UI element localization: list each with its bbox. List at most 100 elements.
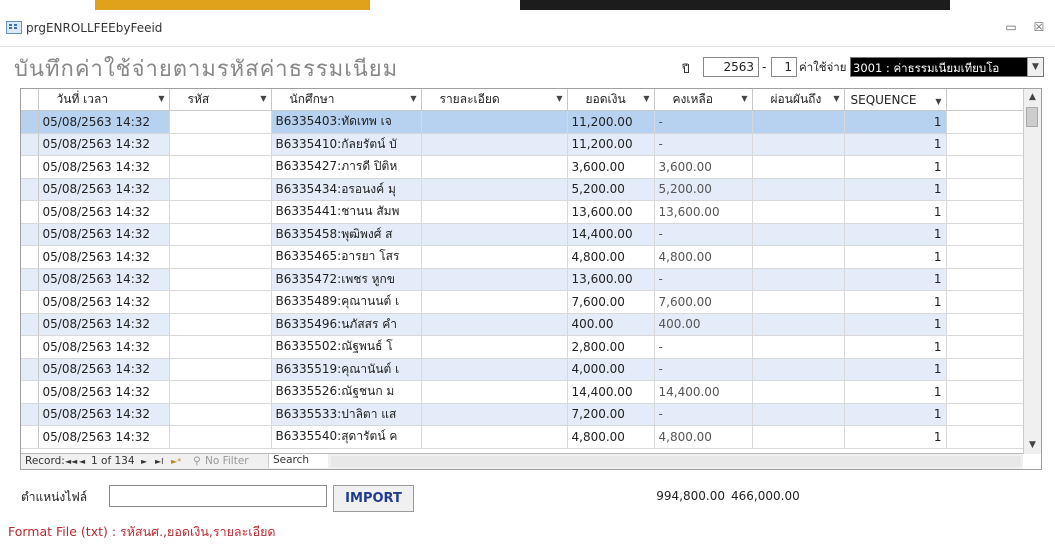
row-selector[interactable] bbox=[21, 380, 39, 404]
cell-student[interactable]: B6335465:อารยา โสร bbox=[271, 245, 422, 269]
cell-student[interactable]: B6335496:นภัสสร คำ bbox=[271, 313, 422, 336]
year-input[interactable]: 2563 bbox=[703, 57, 759, 77]
cell-defer[interactable] bbox=[752, 403, 845, 426]
cell-date[interactable]: 05/08/2563 14:32 bbox=[38, 290, 170, 314]
cell-seq[interactable]: 1 bbox=[844, 358, 947, 381]
cell-remain[interactable]: - bbox=[654, 403, 753, 426]
cell-seq[interactable]: 1 bbox=[844, 290, 947, 314]
cell-detail[interactable] bbox=[421, 313, 568, 336]
cell-amount[interactable]: 400.00 bbox=[567, 313, 655, 336]
cell-remain[interactable]: - bbox=[654, 268, 753, 291]
cell-student[interactable]: B6335489:คุณานนต์ เ bbox=[271, 290, 422, 314]
record-position[interactable]: 1 of 134 bbox=[91, 455, 135, 467]
cell-date[interactable]: 05/08/2563 14:32 bbox=[38, 335, 170, 359]
cell-defer[interactable] bbox=[752, 380, 845, 404]
cell-code[interactable] bbox=[169, 155, 272, 179]
row-selector[interactable] bbox=[21, 335, 39, 359]
cell-detail[interactable] bbox=[421, 425, 568, 449]
cell-code[interactable] bbox=[169, 133, 272, 156]
table-row[interactable]: 05/08/2563 14:32 B6335458:พุฒิพงศ์ ส 14,40… bbox=[21, 223, 1024, 246]
cell-code[interactable] bbox=[169, 245, 272, 269]
no-filter-label[interactable]: No Filter bbox=[205, 455, 249, 467]
cell-remain[interactable]: - bbox=[654, 358, 753, 381]
scroll-down-icon[interactable]: ▼ bbox=[1024, 437, 1041, 454]
cell-defer[interactable] bbox=[752, 245, 845, 269]
cell-student[interactable]: B6335458:พุฒิพงศ์ ส bbox=[271, 223, 422, 246]
cell-date[interactable]: 05/08/2563 14:32 bbox=[38, 245, 170, 269]
row-selector[interactable] bbox=[21, 313, 39, 336]
table-row[interactable]: 05/08/2563 14:32 B6335465:อารยา โสร 4,800.… bbox=[21, 245, 1024, 269]
chevron-down-icon[interactable]: ▼ bbox=[1027, 58, 1043, 76]
cell-amount[interactable]: 2,800.00 bbox=[567, 335, 655, 359]
cell-student[interactable]: B6335403:ทัดเทพ เจ bbox=[271, 110, 422, 134]
import-button[interactable]: IMPORT bbox=[333, 485, 414, 512]
row-selector[interactable] bbox=[21, 178, 39, 201]
cell-student[interactable]: B6335434:อรอนงค์ มุ bbox=[271, 178, 422, 201]
row-selector[interactable] bbox=[21, 133, 39, 156]
cell-detail[interactable] bbox=[421, 290, 568, 314]
cell-code[interactable] bbox=[169, 200, 272, 224]
cell-detail[interactable] bbox=[421, 358, 568, 381]
cell-amount[interactable]: 14,400.00 bbox=[567, 380, 655, 404]
cell-amount[interactable]: 4,800.00 bbox=[567, 245, 655, 269]
column-header-remain[interactable]: คงเหลือ ▼ bbox=[654, 89, 753, 111]
cell-remain[interactable]: 400.00 bbox=[654, 313, 753, 336]
cell-detail[interactable] bbox=[421, 178, 568, 201]
term-input[interactable]: 1 bbox=[771, 57, 797, 77]
first-record-icon[interactable]: ◄◄ bbox=[65, 457, 77, 466]
cell-date[interactable]: 05/08/2563 14:32 bbox=[38, 380, 170, 404]
table-row[interactable]: 05/08/2563 14:32 B6335410:กัลยรัตน์ บั 11,… bbox=[21, 133, 1024, 156]
cell-student[interactable]: B6335441:ชานน สัมพ bbox=[271, 200, 422, 224]
cell-code[interactable] bbox=[169, 268, 272, 291]
cell-code[interactable] bbox=[169, 358, 272, 381]
cell-detail[interactable] bbox=[421, 155, 568, 179]
row-selector[interactable] bbox=[21, 403, 39, 426]
cell-date[interactable]: 05/08/2563 14:32 bbox=[38, 155, 170, 179]
close-button[interactable]: ☒ bbox=[1030, 20, 1048, 36]
cell-remain[interactable]: 4,800.00 bbox=[654, 245, 753, 269]
cell-code[interactable] bbox=[169, 223, 272, 246]
cell-amount[interactable]: 14,400.00 bbox=[567, 223, 655, 246]
row-selector[interactable] bbox=[21, 200, 39, 224]
sort-dropdown-icon[interactable]: ▼ bbox=[158, 94, 164, 103]
sort-dropdown-icon[interactable]: ▼ bbox=[260, 94, 266, 103]
vertical-scrollbar[interactable]: ▲ ▼ bbox=[1023, 89, 1041, 454]
column-header-seq[interactable]: SEQUENCE ▼ bbox=[844, 89, 947, 111]
sort-dropdown-icon[interactable]: ▼ bbox=[741, 94, 747, 103]
row-selector[interactable] bbox=[21, 155, 39, 179]
cell-remain[interactable]: 5,200.00 bbox=[654, 178, 753, 201]
cell-detail[interactable] bbox=[421, 268, 568, 291]
cell-date[interactable]: 05/08/2563 14:32 bbox=[38, 268, 170, 291]
cell-seq[interactable]: 1 bbox=[844, 178, 947, 201]
table-row[interactable]: 05/08/2563 14:32 B6335502:ณัฐพนธ์ โ 2,800.… bbox=[21, 335, 1024, 359]
cell-amount[interactable]: 11,200.00 bbox=[567, 133, 655, 156]
cell-remain[interactable]: - bbox=[654, 335, 753, 359]
cell-amount[interactable]: 7,600.00 bbox=[567, 290, 655, 314]
cell-defer[interactable] bbox=[752, 358, 845, 381]
column-header-detail[interactable]: รายละเอียด ▼ bbox=[421, 89, 568, 111]
cell-remain[interactable]: 7,600.00 bbox=[654, 290, 753, 314]
cell-seq[interactable]: 1 bbox=[844, 268, 947, 291]
cell-amount[interactable]: 4,000.00 bbox=[567, 358, 655, 381]
cell-date[interactable]: 05/08/2563 14:32 bbox=[38, 178, 170, 201]
cell-student[interactable]: B6335410:กัลยรัตน์ บั bbox=[271, 133, 422, 156]
next-record-icon[interactable]: ► bbox=[141, 457, 147, 466]
table-row[interactable]: 05/08/2563 14:32 B6335434:อรอนงค์ มุ 5,200… bbox=[21, 178, 1024, 201]
minimize-button[interactable]: ▭ bbox=[1002, 20, 1020, 36]
cell-seq[interactable]: 1 bbox=[844, 245, 947, 269]
cell-seq[interactable]: 1 bbox=[844, 380, 947, 404]
cell-amount[interactable]: 7,200.00 bbox=[567, 403, 655, 426]
cell-student[interactable]: B6335540:สุดารัตน์ ค bbox=[271, 425, 422, 449]
cell-seq[interactable]: 1 bbox=[844, 425, 947, 449]
column-header-code[interactable]: รหัส ▼ bbox=[169, 89, 272, 111]
cell-detail[interactable] bbox=[421, 133, 568, 156]
cell-remain[interactable]: 13,600.00 bbox=[654, 200, 753, 224]
horizontal-scrollbar[interactable] bbox=[331, 456, 1021, 467]
cell-remain[interactable]: 14,400.00 bbox=[654, 380, 753, 404]
cell-code[interactable] bbox=[169, 403, 272, 426]
scroll-up-icon[interactable]: ▲ bbox=[1024, 89, 1041, 106]
sort-dropdown-icon[interactable]: ▼ bbox=[556, 94, 562, 103]
cell-defer[interactable] bbox=[752, 178, 845, 201]
cell-defer[interactable] bbox=[752, 335, 845, 359]
cell-seq[interactable]: 1 bbox=[844, 155, 947, 179]
